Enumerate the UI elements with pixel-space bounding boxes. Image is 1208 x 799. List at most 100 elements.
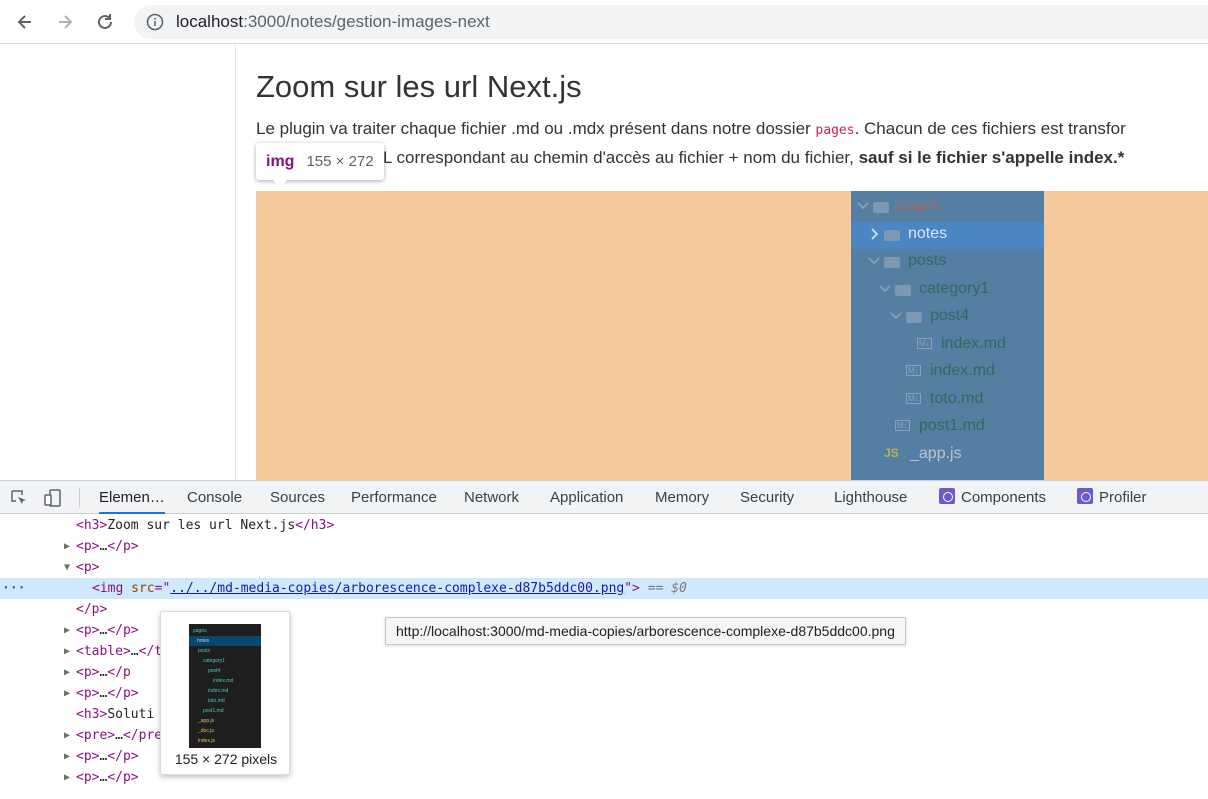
tab-lighthouse[interactable]: Lighthouse	[834, 481, 907, 514]
collapsed-ellipsis: …	[130, 644, 139, 659]
collapsed-ellipsis: …	[115, 728, 123, 743]
expand-arrow-icon[interactable]: ▶	[64, 662, 70, 683]
paragraph-text: Le plugin va traiter chaque fichier .md …	[256, 119, 816, 138]
file-tree-row: category1	[851, 277, 1044, 304]
thumbnail-tree-row: toto.md	[208, 698, 225, 704]
img-src-link[interactable]: ../../md-media-copies/arborescence-compl…	[170, 581, 624, 596]
file-tree-label: posts	[908, 252, 947, 269]
chevron-down-icon	[857, 199, 869, 213]
folder-icon	[895, 284, 911, 296]
dom-node-p[interactable]: ▶ <p>…</p>	[0, 536, 1208, 557]
inspect-element-icon[interactable]	[10, 489, 28, 507]
file-tree-label: pages	[897, 197, 941, 214]
tooltip-tag: img	[266, 152, 295, 170]
url-tooltip: http://localhost:3000/md-media-copies/ar…	[385, 617, 906, 645]
thumbnail-tree-row: post4	[208, 668, 221, 674]
tooltip-arrow	[272, 179, 288, 187]
tab-memory[interactable]: Memory	[655, 481, 709, 514]
folder-icon	[884, 257, 900, 268]
expand-arrow-icon[interactable]: ▶	[64, 725, 70, 746]
collapse-arrow-icon[interactable]: ▼	[64, 557, 70, 578]
folder-icon	[884, 229, 900, 241]
expand-arrow-icon[interactable]: ▶	[64, 683, 70, 704]
address-bar[interactable]: localhost:3000/notes/gestion-images-next	[134, 5, 1208, 39]
tab-console[interactable]: Console	[187, 481, 242, 514]
h3-text: Soluti	[107, 707, 155, 722]
dom-node-h3[interactable]: <h3>Zoom sur les url Next.js</h3>	[0, 515, 1208, 536]
forward-button[interactable]	[49, 6, 81, 38]
expand-arrow-icon[interactable]: ▶	[64, 536, 70, 557]
tab-profiler[interactable]: Profiler	[1077, 481, 1147, 514]
reload-button[interactable]	[89, 6, 121, 38]
chevron-down-icon	[879, 282, 891, 296]
browser-toolbar: localhost:3000/notes/gestion-images-next	[0, 0, 1208, 44]
file-tree-label: toto.md	[930, 389, 984, 407]
markdown-file-icon: M↓	[917, 337, 932, 349]
file-tree-row: M↓ index.md	[851, 332, 1044, 359]
react-icon	[1077, 488, 1093, 504]
thumbnail-tree-row: notes	[189, 636, 261, 646]
tab-application[interactable]: Application	[550, 481, 623, 514]
expand-arrow-icon[interactable]: ▶	[64, 620, 70, 641]
tab-label: Memory	[655, 489, 710, 506]
file-tree-row: M↓ toto.md	[851, 387, 1044, 414]
file-tree-row: posts	[851, 249, 1044, 276]
arrow-left-icon	[17, 15, 31, 29]
thumbnail-tree-row: pages	[193, 628, 207, 634]
chevron-right-icon	[868, 227, 880, 241]
javascript-file-icon: JS	[884, 445, 899, 460]
file-tree-row: pages	[851, 194, 1044, 221]
file-tree-label: _app.js	[910, 444, 962, 462]
paragraph-line-2: L correspondant au chemin d'accès au fic…	[383, 148, 1124, 168]
tab-security[interactable]: Security	[740, 481, 794, 514]
paragraph-line-1: Le plugin va traiter chaque fichier .md …	[256, 119, 1126, 139]
dom-node-p-open[interactable]: ▼ <p>	[0, 557, 1208, 578]
markdown-file-icon: M↓	[895, 420, 910, 431]
tab-label: Sources	[270, 489, 326, 506]
tab-label: Performance	[351, 489, 437, 506]
arrow-right-icon	[59, 15, 73, 29]
thumbnail-tree-row: posts	[198, 648, 210, 654]
file-tree-label: category1	[919, 279, 990, 297]
image-preview-thumbnail: pages notes posts category1 post4 index.md ind…	[189, 624, 261, 748]
expand-arrow-icon[interactable]: ▶	[64, 746, 70, 767]
url-path: :3000/notes/gestion-images-next	[243, 12, 490, 31]
inline-code: pages	[815, 123, 855, 138]
tab-elemen[interactable]: Elemen…	[99, 481, 165, 514]
thumbnail-tree-row: index.js	[198, 738, 215, 744]
info-icon[interactable]	[146, 13, 164, 31]
selected-marker: == $0	[647, 581, 687, 596]
sidebar	[0, 45, 236, 480]
paragraph-text: . Chacun de ces fichiers est transfor	[854, 119, 1126, 138]
tab-components[interactable]: Components	[939, 481, 1046, 514]
dom-node-img-selected[interactable]: ··· <img src="../../md-media-copies/arbo…	[0, 578, 1208, 599]
url-text: localhost:3000/notes/gestion-images-next	[176, 12, 490, 32]
expand-arrow-icon[interactable]: ▶	[64, 767, 70, 788]
file-tree-image: pages notes posts category1 post4 M↓ index.md M…	[851, 191, 1044, 480]
expand-arrow-icon[interactable]: ▶	[64, 641, 70, 662]
tab-network[interactable]: Network	[464, 481, 519, 514]
chevron-down-icon	[890, 309, 902, 323]
file-tree-label: index.md	[930, 362, 995, 379]
bold-text: sauf si le fichier s'appelle index.*	[858, 148, 1125, 167]
devtools-tabbar: Elemen… Console Sources Performance Network A…	[0, 481, 1208, 514]
partial-close-tag: </pre	[122, 728, 163, 743]
thumbnail-tree-row: category1	[203, 658, 225, 664]
more-options-icon[interactable]: ···	[2, 578, 25, 599]
file-tree-row: post4	[851, 304, 1044, 331]
folder-icon	[906, 312, 922, 323]
inspected-image-highlight	[256, 191, 1208, 480]
element-tooltip: img 155 × 272	[256, 143, 384, 180]
tab-label: Console	[187, 489, 243, 506]
device-toolbar-icon[interactable]	[44, 489, 62, 507]
react-icon	[939, 488, 955, 504]
tab-sources[interactable]: Sources	[270, 481, 325, 514]
file-tree-row: notes	[851, 221, 1044, 249]
file-tree-label: post4	[930, 307, 970, 324]
tab-label: Profiler	[1099, 489, 1147, 506]
image-preview-popover: pages notes posts category1 post4 index.md ind…	[160, 611, 290, 775]
back-button[interactable]	[9, 6, 41, 38]
tab-label: Application	[550, 489, 624, 506]
tab-performance[interactable]: Performance	[351, 481, 437, 514]
tab-label: Components	[961, 489, 1047, 506]
